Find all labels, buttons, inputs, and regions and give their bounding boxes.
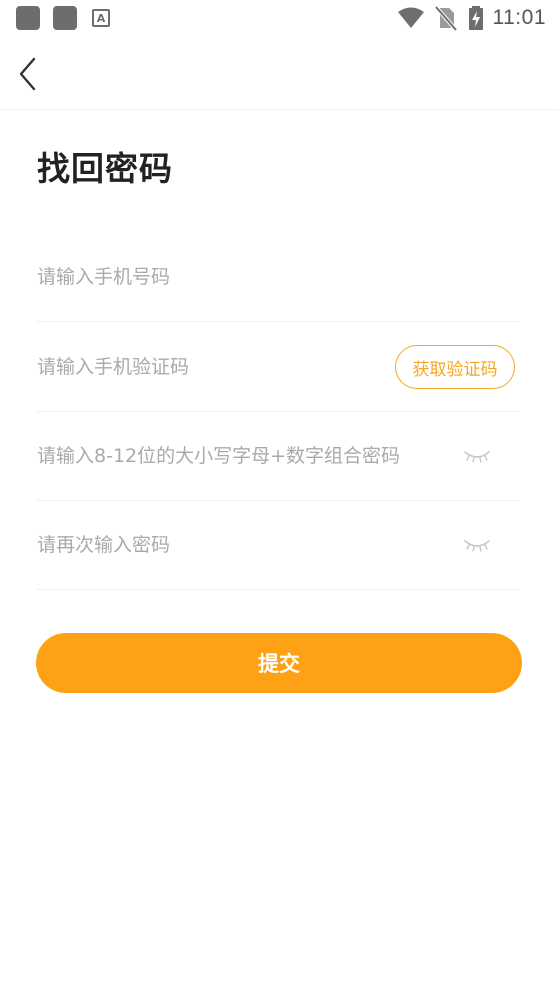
no-sim-icon — [433, 5, 458, 31]
status-bar: A 11:01 — [0, 0, 558, 38]
notification-square-icon — [16, 6, 40, 30]
sms-code-input[interactable] — [37, 322, 377, 411]
eye-closed-icon — [464, 540, 490, 552]
password-visibility-toggle[interactable] — [462, 447, 492, 465]
notification-square-icon — [53, 6, 77, 30]
password-row — [37, 411, 520, 501]
phone-row — [37, 232, 520, 322]
phone-input[interactable] — [37, 232, 520, 321]
password-input[interactable] — [37, 411, 437, 500]
eye-closed-icon — [464, 451, 490, 463]
header — [0, 38, 558, 110]
submit-button[interactable]: 提交 — [36, 633, 522, 693]
get-code-button[interactable]: 获取验证码 — [395, 345, 515, 389]
chevron-left-icon — [19, 57, 36, 91]
confirm-password-visibility-toggle[interactable] — [462, 536, 492, 554]
accessibility-a-icon: A — [92, 9, 110, 27]
confirm-password-input[interactable] — [37, 500, 437, 589]
page-title: 找回密码 — [37, 149, 173, 188]
status-time: 11:01 — [492, 6, 546, 29]
confirm-password-row — [37, 500, 520, 590]
sms-code-row: 获取验证码 — [37, 322, 520, 412]
battery-charging-icon — [468, 6, 483, 30]
status-bar-right: 11:01 — [397, 5, 547, 31]
status-bar-left: A — [16, 6, 110, 30]
back-button[interactable] — [14, 56, 44, 92]
wifi-icon — [397, 7, 424, 28]
